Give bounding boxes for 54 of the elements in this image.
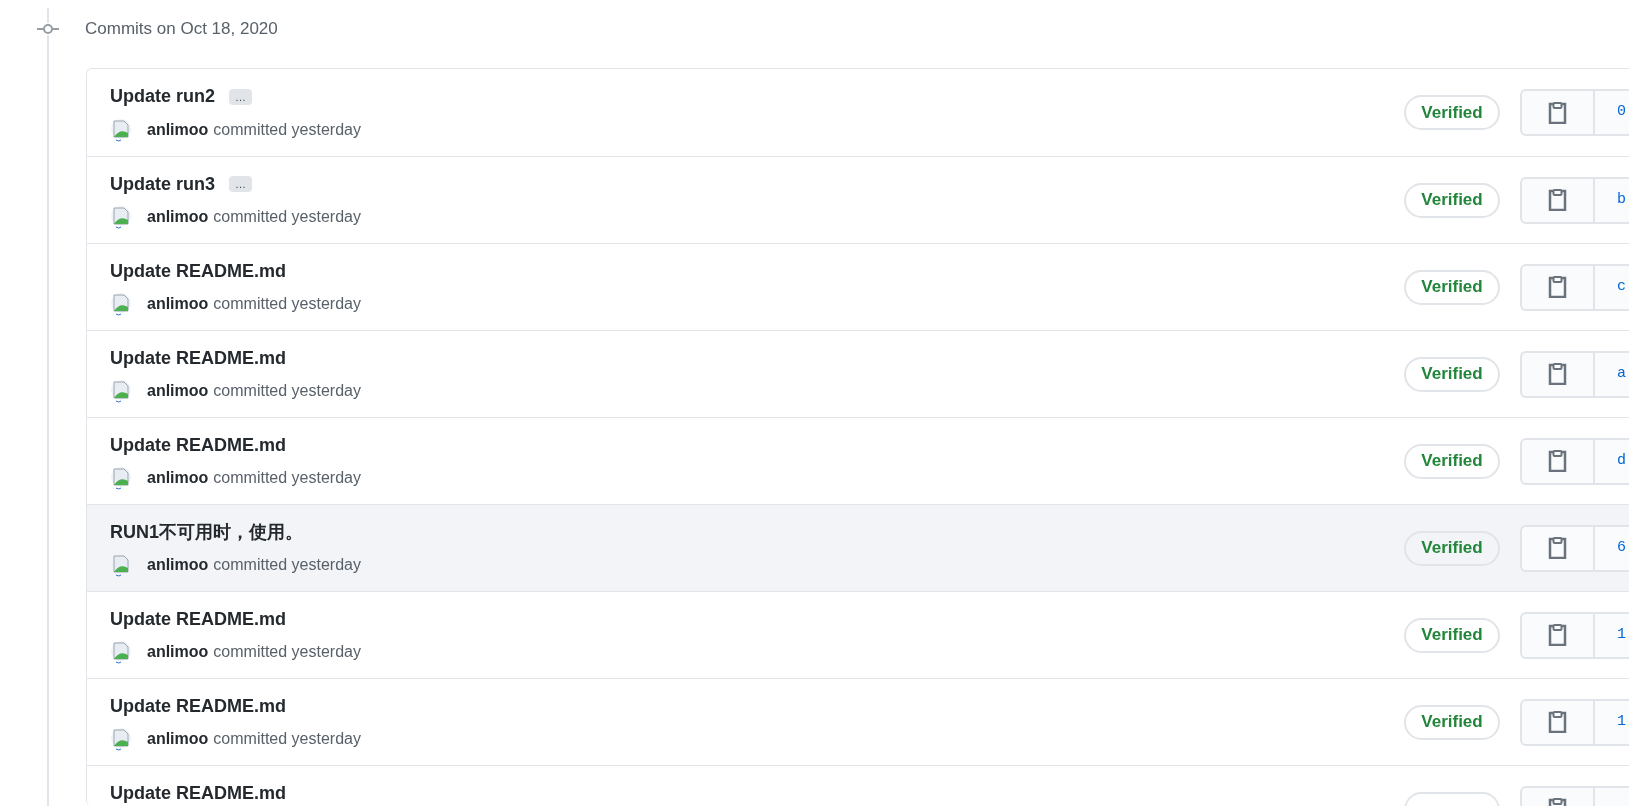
commit-meta: committed yesterday <box>213 294 361 314</box>
commit-title-link[interactable]: Update README.md <box>110 257 286 285</box>
clipboard-icon <box>1548 189 1567 211</box>
commit-title-link[interactable]: Update README.md <box>110 779 286 806</box>
clipboard-icon <box>1548 276 1567 298</box>
commit-title-link[interactable]: Update README.md <box>110 431 286 459</box>
broken-image-icon <box>110 640 132 664</box>
author-link[interactable]: anlimoo <box>147 379 209 403</box>
broken-image-icon <box>110 379 132 403</box>
broken-image-icon <box>110 117 132 142</box>
verified-badge[interactable]: Verified <box>1404 530 1500 566</box>
commit-meta: committed yesterday <box>213 119 361 140</box>
clipboard-icon <box>1548 711 1567 733</box>
commit-meta: committed yesterday <box>213 381 361 401</box>
clipboard-icon <box>1548 450 1567 472</box>
clipboard-icon <box>1548 363 1567 385</box>
clipboard-icon <box>1548 624 1567 646</box>
verified-badge[interactable]: Verified <box>1404 617 1500 653</box>
clipboard-icon <box>1548 101 1567 124</box>
broken-image-icon <box>110 205 132 229</box>
date-heading: Commits on Oct 18, 2020 <box>85 18 278 41</box>
verified-badge[interactable]: Verified <box>1404 443 1500 479</box>
commit-meta: committed yesterday <box>213 207 361 227</box>
commit-meta: committed yesterday <box>213 468 361 488</box>
broken-image-icon <box>110 292 132 316</box>
author-link[interactable]: anlimoo <box>147 727 209 751</box>
commit-meta: committed yesterday <box>213 729 361 749</box>
author-link[interactable]: anlimoo <box>147 640 209 664</box>
commit-row[interactable]: Update README.md <box>87 765 1629 806</box>
broken-image-icon <box>110 727 132 751</box>
commit-title-link[interactable]: Update run3 <box>110 170 215 198</box>
broken-image-icon <box>110 553 132 577</box>
commit-title-link[interactable]: Update run2 <box>110 83 215 110</box>
expand-message-button[interactable]: … <box>229 176 252 192</box>
expand-message-button[interactable]: … <box>229 88 252 105</box>
verified-badge[interactable]: Verified <box>1404 95 1500 130</box>
author-link[interactable]: anlimoo <box>147 292 209 316</box>
commit-meta: committed yesterday <box>213 642 361 662</box>
commit-title-link[interactable]: Update README.md <box>110 692 286 720</box>
author-link[interactable]: anlimoo <box>147 553 209 577</box>
verified-badge[interactable]: Verified <box>1404 704 1500 740</box>
commit-row[interactable]: RUN1不可用时，使用。 anlimoo committed yesterday Verified 6 <box>87 504 1629 591</box>
commit-meta: committed yesterday <box>213 555 361 575</box>
broken-image-icon <box>110 466 132 490</box>
commit-title-link[interactable]: Update README.md <box>110 605 286 633</box>
verified-badge[interactable]: Verified <box>1404 356 1500 392</box>
author-link[interactable]: anlimoo <box>147 466 209 490</box>
author-link[interactable]: anlimoo <box>147 117 209 142</box>
commit-title-link[interactable]: RUN1不可用时，使用。 <box>110 518 303 546</box>
author-link[interactable]: anlimoo <box>147 205 209 229</box>
commit-title-link[interactable]: Update README.md <box>110 344 286 372</box>
clipboard-icon <box>1548 537 1567 559</box>
verified-badge[interactable]: Verified <box>1404 182 1500 218</box>
verified-badge[interactable]: Verified <box>1404 269 1500 305</box>
